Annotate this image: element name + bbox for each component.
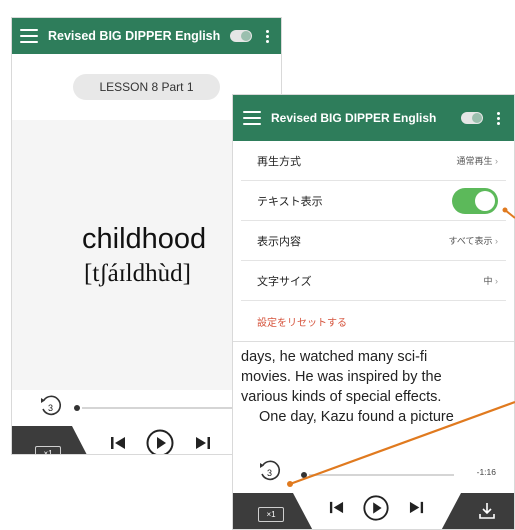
mode-toggle-icon[interactable] bbox=[230, 30, 252, 42]
seek-thumb[interactable] bbox=[74, 405, 80, 411]
setting-label: 文字サイズ bbox=[257, 275, 312, 288]
speed-button[interactable]: ×1 bbox=[35, 446, 61, 454]
mode-toggle-icon[interactable] bbox=[461, 112, 483, 124]
replay-count: 3 bbox=[48, 403, 53, 413]
more-options-icon[interactable] bbox=[262, 29, 273, 43]
text-line: various kinds of special effects. bbox=[241, 389, 442, 405]
speed-button[interactable]: ×1 bbox=[258, 507, 284, 522]
next-icon[interactable] bbox=[195, 435, 211, 451]
player-controls: ×1 bbox=[233, 493, 514, 529]
setting-display-content[interactable]: 表示内容 すべて表示 bbox=[241, 221, 506, 261]
setting-text-display: テキスト表示 bbox=[241, 181, 506, 221]
replay-icon[interactable]: 3 bbox=[257, 459, 283, 483]
seek-track[interactable] bbox=[309, 474, 454, 476]
reading-text: days, he watched many sci-fi movies. He … bbox=[241, 347, 506, 427]
download-icon[interactable] bbox=[477, 501, 497, 521]
right-phone-screen: Revised BIG DIPPER English 再生方式 通常再生 テキス… bbox=[232, 94, 515, 530]
reset-settings-link[interactable]: 設定をリセットする bbox=[241, 301, 506, 341]
more-options-icon[interactable] bbox=[493, 111, 504, 125]
app-title: Revised BIG DIPPER English bbox=[271, 111, 437, 125]
remaining-time: -1:16 bbox=[476, 467, 496, 477]
setting-label: 表示内容 bbox=[257, 235, 301, 248]
next-icon[interactable] bbox=[409, 500, 424, 515]
text-line: One day, Kazu found a picture bbox=[259, 409, 454, 425]
app-bar: Revised BIG DIPPER English bbox=[233, 95, 514, 141]
menu-icon[interactable] bbox=[20, 29, 38, 43]
seek-thumb[interactable] bbox=[301, 472, 307, 478]
setting-playback[interactable]: 再生方式 通常再生 bbox=[241, 141, 506, 181]
vocab-word: childhood bbox=[82, 223, 207, 255]
app-bar: Revised BIG DIPPER English bbox=[12, 18, 281, 54]
app-title: Revised BIG DIPPER English bbox=[48, 29, 221, 43]
text-line: days, he watched many sci-fi bbox=[241, 349, 428, 365]
setting-value: すべて表示 bbox=[448, 234, 498, 247]
previous-icon[interactable] bbox=[110, 435, 126, 451]
replay-icon[interactable]: 3 bbox=[38, 394, 64, 418]
setting-value: 通常再生 bbox=[456, 154, 498, 167]
settings-panel: 再生方式 通常再生 テキスト表示 表示内容 すべて表示 文字サイズ 中 設定をリ… bbox=[233, 141, 514, 342]
lesson-label[interactable]: LESSON 8 Part 1 bbox=[73, 74, 220, 100]
menu-icon[interactable] bbox=[243, 111, 261, 125]
pronunciation: [tʃáɪldhùd] bbox=[84, 260, 191, 287]
setting-value: 中 bbox=[483, 274, 498, 287]
setting-label: 再生方式 bbox=[257, 155, 301, 168]
seek-bar-row: 3 -1:16 bbox=[233, 453, 514, 493]
play-icon[interactable] bbox=[145, 428, 175, 455]
replay-count: 3 bbox=[267, 468, 272, 478]
text-line: movies. He was inspired by the bbox=[241, 369, 442, 385]
setting-font-size[interactable]: 文字サイズ 中 bbox=[241, 261, 506, 301]
text-display-switch[interactable] bbox=[452, 187, 498, 214]
setting-label: テキスト表示 bbox=[257, 195, 323, 208]
previous-icon[interactable] bbox=[329, 500, 344, 515]
play-icon[interactable] bbox=[362, 494, 390, 522]
